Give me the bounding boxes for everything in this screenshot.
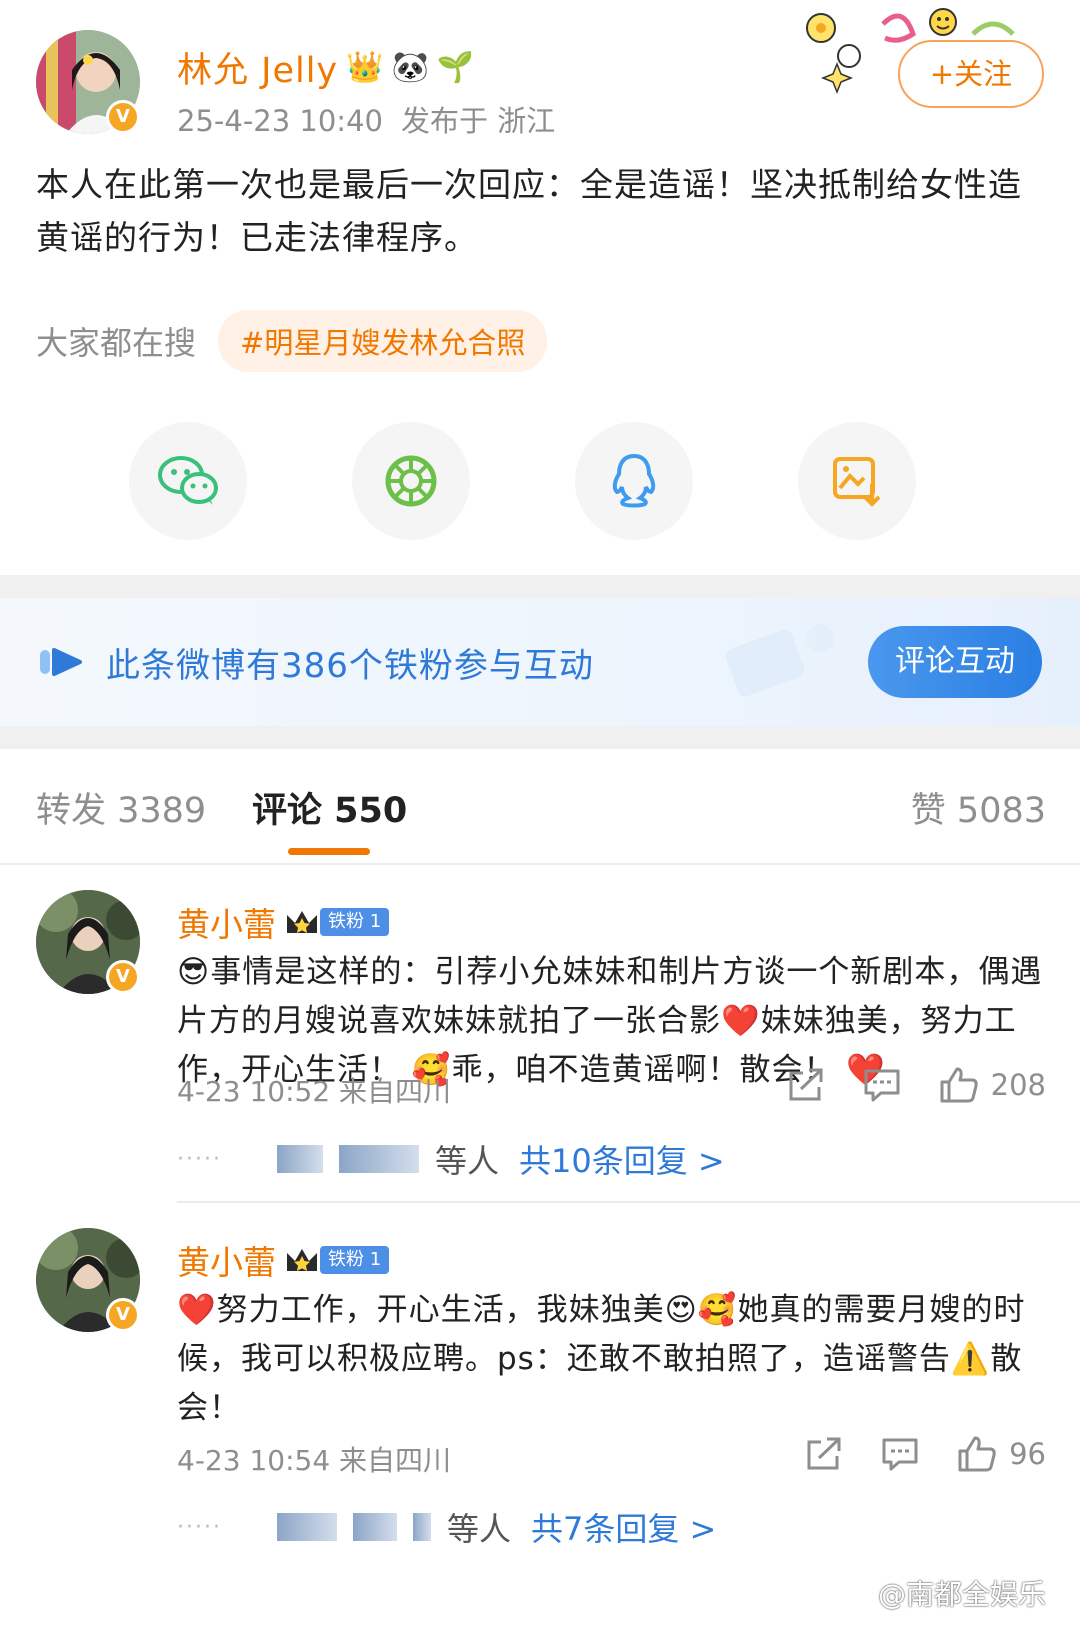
- watermark-text: @南都全娱乐: [877, 1578, 1046, 1611]
- crown-icon: 👑: [346, 49, 384, 85]
- fan-interaction-text: 此条微博有386个铁粉参与互动: [106, 646, 594, 686]
- banner-decoration-icon: [725, 624, 834, 697]
- share-button[interactable]: [787, 1067, 825, 1103]
- reply-dots: ·····: [177, 1514, 222, 1540]
- post-timestamp: 25-4-23 10:40: [177, 104, 383, 138]
- view-replies-link[interactable]: 共7条回复 >: [531, 1504, 716, 1550]
- comment-meta: 4-23 10:52 来自四川: [177, 1075, 452, 1108]
- like-button[interactable]: 208: [939, 1066, 1046, 1104]
- commenter-name-row: 黄小蕾 铁粉 1: [177, 1236, 390, 1284]
- post-body: 本人在此第一次也是最后一次回应：全是造谣！坚决抵制给女性造黄谣的行为！已走法律程…: [36, 165, 1022, 257]
- reply-dots: ·····: [177, 1146, 222, 1172]
- fan-level-label: 铁粉 1: [320, 908, 390, 936]
- blurred-username: [339, 1145, 419, 1173]
- moments-share-button[interactable]: [352, 422, 470, 540]
- active-tab-indicator: [288, 848, 370, 855]
- reply-button[interactable]: [863, 1067, 901, 1103]
- thumbs-up-icon: [940, 1067, 978, 1103]
- comment-item: V 黄小蕾 铁粉 1 😎事情是这样的：引荐小允妹妹和制片方谈一个新剧本，偶遇片方…: [0, 890, 1080, 1240]
- save-image-button[interactable]: [798, 422, 916, 540]
- verified-icon: V: [106, 100, 140, 134]
- author-row: 林允 Jelly 👑 🐼 🌱: [177, 42, 474, 93]
- follow-button[interactable]: +关注: [898, 40, 1044, 108]
- post-meta: 25-4-23 10:40 发布于 浙江: [177, 98, 555, 140]
- comment-text: ❤️努力工作，开心生活，我妹独美😍🥰她真的需要月嫂的时候，我可以积极应聘。ps：…: [177, 1292, 1026, 1426]
- qq-icon: [612, 453, 656, 508]
- share-icon: [807, 1437, 841, 1470]
- blurred-username: [353, 1513, 397, 1541]
- like-button[interactable]: 96: [957, 1435, 1046, 1473]
- wechat-icon: [158, 456, 218, 505]
- commenter-name-row: 黄小蕾 铁粉 1: [177, 898, 390, 946]
- tabs-divider: [0, 863, 1080, 865]
- comment-actions: 96: [767, 1435, 1046, 1473]
- blurred-username: [413, 1513, 431, 1541]
- reply-participants-suffix: 等人: [447, 1510, 512, 1548]
- comment-meta: 4-23 10:54 来自四川: [177, 1444, 452, 1477]
- fan-badge: 铁粉 1: [284, 1245, 390, 1275]
- commenter-avatar[interactable]: V: [36, 890, 140, 994]
- section-divider: [0, 575, 1080, 598]
- tab-repost[interactable]: 转发 3389: [36, 782, 206, 833]
- verified-icon: V: [106, 1298, 140, 1332]
- share-button[interactable]: [805, 1436, 843, 1472]
- post-card: V 林允 Jelly 👑 🐼 🌱 25-4-23 10:40 发布于 浙江 +关注…: [0, 0, 1080, 575]
- tab-comments[interactable]: 评论 550: [252, 782, 407, 833]
- like-count: 96: [1009, 1437, 1046, 1471]
- reply-participants-suffix: 等人: [435, 1142, 500, 1180]
- reply-button[interactable]: [881, 1436, 919, 1472]
- wechat-share-button[interactable]: [129, 422, 247, 540]
- section-divider: [0, 726, 1080, 749]
- fan-badge: 铁粉 1: [284, 907, 390, 937]
- commenter-avatar[interactable]: V: [36, 1228, 140, 1332]
- sprout-icon: 🌱: [436, 49, 475, 85]
- like-count: 208: [990, 1068, 1046, 1102]
- blurred-username: [277, 1513, 337, 1541]
- author-avatar[interactable]: V: [36, 30, 140, 134]
- crown-icon: [287, 1249, 317, 1271]
- comment-icon: [864, 1069, 900, 1102]
- comment-icon: [882, 1438, 918, 1471]
- replies-summary[interactable]: ····· 等人 共7条回复 >: [177, 1504, 716, 1550]
- trending-search-row: 大家都在搜 #明星月嫂发林允合照: [36, 310, 548, 372]
- tab-likes[interactable]: 赞 5083: [911, 782, 1046, 833]
- thumbs-up-icon: [958, 1436, 996, 1472]
- comment-interaction-button[interactable]: 评论互动: [868, 626, 1042, 698]
- verified-icon: V: [106, 960, 140, 994]
- trending-search-label: 大家都在搜: [36, 324, 197, 362]
- blurred-username: [277, 1145, 323, 1173]
- trending-hashtag[interactable]: #明星月嫂发林允合照: [218, 310, 548, 372]
- commenter-name[interactable]: 黄小蕾: [177, 1236, 276, 1284]
- commenter-name[interactable]: 黄小蕾: [177, 898, 276, 946]
- view-replies-link[interactable]: 共10条回复 >: [519, 1136, 725, 1182]
- interaction-tabs: 转发 3389 评论 550 赞 5083: [0, 768, 1080, 864]
- play-indicator-icon: [40, 648, 82, 676]
- qq-share-button[interactable]: [575, 422, 693, 540]
- share-icon: [789, 1068, 823, 1101]
- save-image-icon: [833, 457, 881, 507]
- crown-icon: [287, 911, 317, 933]
- fan-level-label: 铁粉 1: [320, 1246, 390, 1274]
- panda-icon: 🐼: [391, 49, 429, 85]
- comment-divider: [177, 1201, 1080, 1203]
- fan-interaction-banner[interactable]: 此条微博有386个铁粉参与互动 评论互动: [0, 598, 1080, 726]
- moments-icon: [385, 455, 437, 507]
- post-location: 发布于 浙江: [400, 104, 556, 138]
- comment-actions: 208: [749, 1066, 1046, 1104]
- replies-summary[interactable]: ····· 等人 共10条回复 >: [177, 1136, 725, 1182]
- author-name[interactable]: 林允 Jelly: [177, 42, 338, 93]
- comment-item: V 黄小蕾 铁粉 1 ❤️努力工作，开心生活，我妹独美😍🥰她真的需要月嫂的时候，…: [0, 1228, 1080, 1618]
